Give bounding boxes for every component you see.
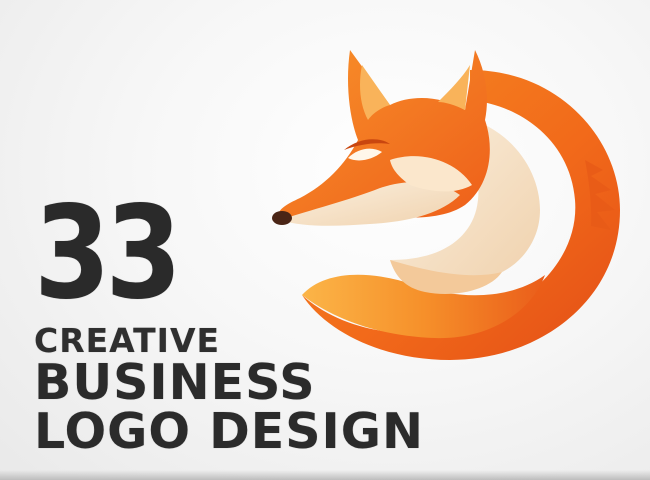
poster: 33 CREATIVE BUSINESS LOGO DESIGN bbox=[0, 0, 650, 480]
headline-number: 33 bbox=[34, 179, 182, 328]
headline-line-business: BUSINESS bbox=[34, 354, 316, 411]
bottom-shadow bbox=[0, 470, 650, 480]
headline: 33 CREATIVE BUSINESS LOGO DESIGN bbox=[34, 190, 474, 460]
headline-line-logo-design: LOGO DESIGN bbox=[34, 403, 424, 460]
